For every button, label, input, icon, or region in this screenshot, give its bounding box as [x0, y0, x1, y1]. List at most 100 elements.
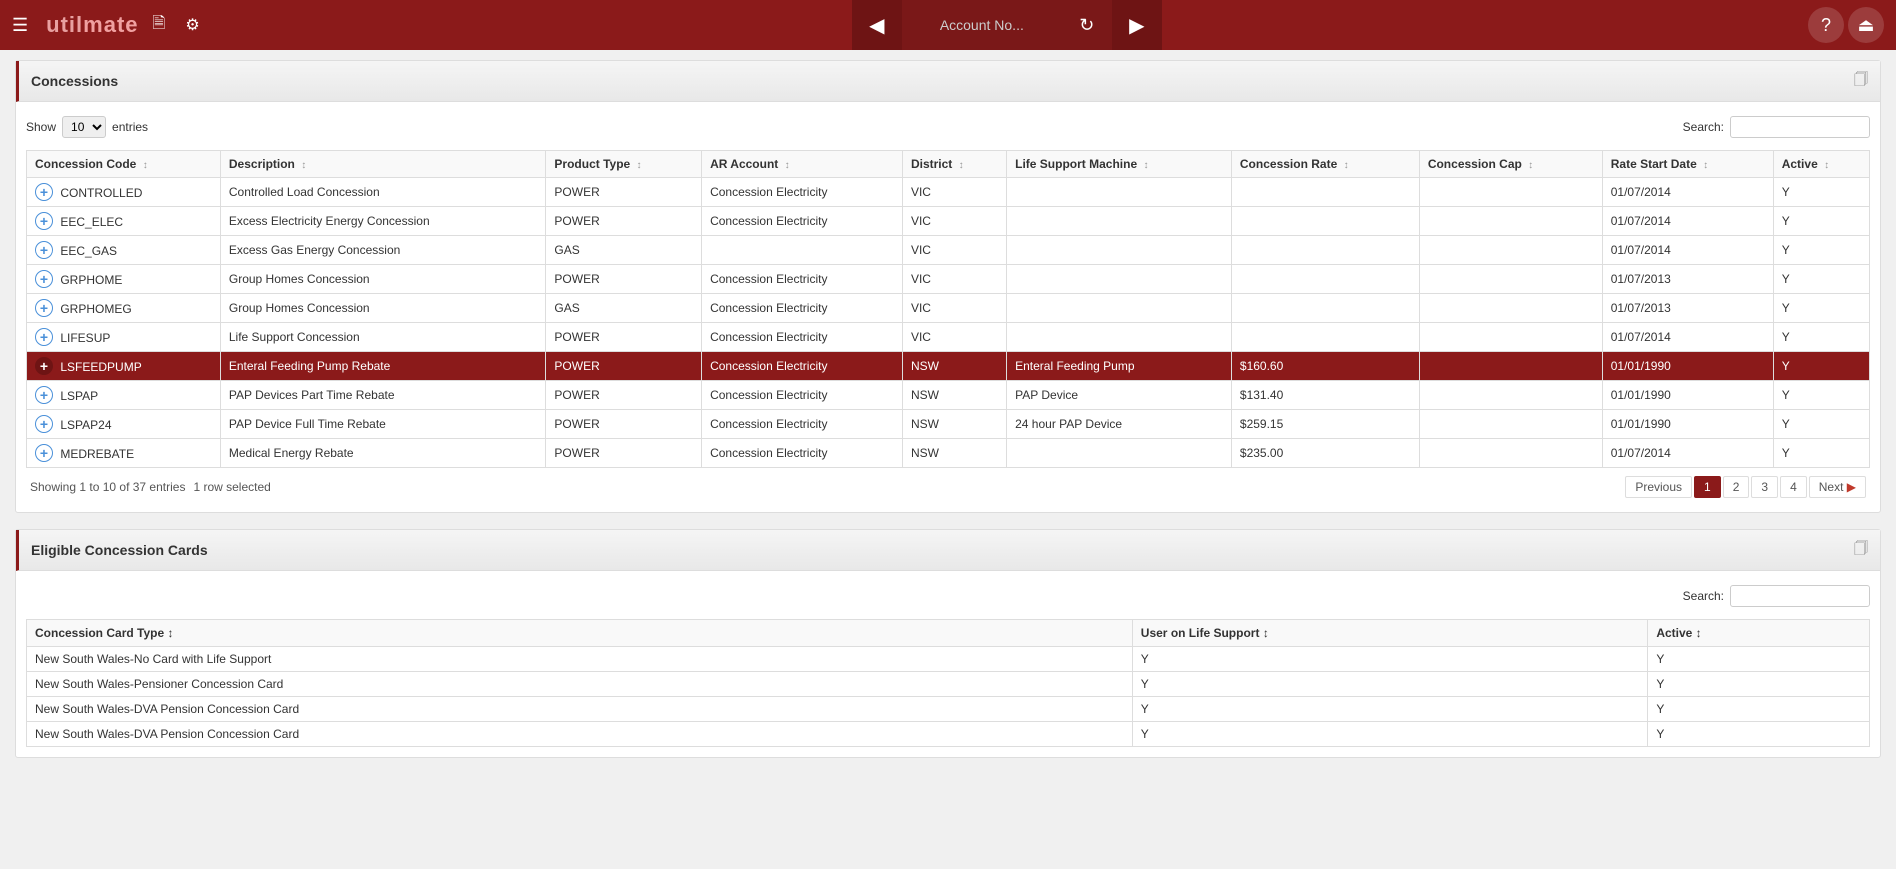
expand-button[interactable]: +	[35, 241, 53, 259]
nav-forward-button[interactable]: ▶	[1112, 0, 1162, 50]
cell-rate: $131.40	[1231, 381, 1419, 410]
nav-back-button[interactable]: ◀	[852, 0, 902, 50]
table-row[interactable]: + EEC_ELEC Excess Electricity Energy Con…	[27, 207, 1870, 236]
next-icon: ▶	[1847, 480, 1856, 494]
page-1-button[interactable]: 1	[1694, 476, 1721, 498]
cell-cap	[1419, 178, 1602, 207]
concessions-search-input[interactable]	[1730, 116, 1870, 138]
expand-button[interactable]: +	[35, 386, 53, 404]
cell-life-support	[1007, 439, 1232, 468]
cell-active: Y	[1773, 323, 1869, 352]
table-row[interactable]: + CONTROLLED Controlled Load Concession …	[27, 178, 1870, 207]
help-icon[interactable]: ?	[1808, 7, 1844, 43]
cell-card-active: Y	[1648, 697, 1870, 722]
col-rate[interactable]: Concession Rate ↕	[1231, 151, 1419, 178]
cell-card-type: New South Wales-No Card with Life Suppor…	[27, 647, 1133, 672]
cell-ar-account	[702, 236, 903, 265]
col-active[interactable]: Active ↕	[1773, 151, 1869, 178]
table-row[interactable]: + LSPAP PAP Devices Part Time Rebate POW…	[27, 381, 1870, 410]
cell-district: VIC	[902, 265, 1006, 294]
main-content: Concessions 🗍 Show 10 25 50 entries Sear…	[0, 50, 1896, 784]
panel-export-icon[interactable]: 🗍	[1854, 69, 1868, 93]
next-page-button[interactable]: Next ▶	[1809, 476, 1866, 498]
settings-icon[interactable]: ⚙	[185, 15, 199, 35]
cell-ar-account: Concession Electricity	[702, 410, 903, 439]
cell-card-active: Y	[1648, 672, 1870, 697]
page-4-button[interactable]: 4	[1780, 476, 1807, 498]
expand-button[interactable]: +	[35, 357, 53, 375]
col-district[interactable]: District ↕	[902, 151, 1006, 178]
cell-active: Y	[1773, 265, 1869, 294]
nav-reset-button[interactable]: ↻	[1062, 0, 1112, 50]
page-3-button[interactable]: 3	[1751, 476, 1778, 498]
eligible-cards-table-header: Concession Card Type ↕ User on Life Supp…	[27, 620, 1870, 647]
expand-button[interactable]: +	[35, 183, 53, 201]
expand-button[interactable]: +	[35, 328, 53, 346]
concessions-table-header: Concession Code ↕ Description ↕ Product …	[27, 151, 1870, 178]
table-row[interactable]: + LSFEEDPUMP Enteral Feeding Pump Rebate…	[27, 352, 1870, 381]
table-row[interactable]: + LIFESUP Life Support Concession POWER …	[27, 323, 1870, 352]
table-row[interactable]: + GRPHOME Group Homes Concession POWER C…	[27, 265, 1870, 294]
eligible-cards-title: Eligible Concession Cards	[31, 542, 208, 558]
logo-area: ☰ utilmate 🗎 ⚙	[12, 12, 206, 39]
cell-cap	[1419, 323, 1602, 352]
cards-search-input[interactable]	[1730, 585, 1870, 607]
hamburger-menu-icon[interactable]: ☰	[12, 15, 28, 36]
cell-ar-account: Concession Electricity	[702, 323, 903, 352]
cell-code: + MEDREBATE	[27, 439, 221, 468]
table-row[interactable]: New South Wales-DVA Pension Concession C…	[27, 697, 1870, 722]
table-row[interactable]: + GRPHOMEG Group Homes Concession GAS Co…	[27, 294, 1870, 323]
cell-rate-start: 01/07/2014	[1602, 323, 1773, 352]
col-description[interactable]: Description ↕	[220, 151, 546, 178]
cell-cap	[1419, 381, 1602, 410]
pagination-info: Showing 1 to 10 of 37 entries1 row selec…	[30, 480, 271, 494]
expand-button[interactable]: +	[35, 415, 53, 433]
col-card-type[interactable]: Concession Card Type ↕	[27, 620, 1133, 647]
col-cap[interactable]: Concession Cap ↕	[1419, 151, 1602, 178]
cell-rate-start: 01/07/2013	[1602, 265, 1773, 294]
expand-button[interactable]: +	[35, 212, 53, 230]
table-row[interactable]: New South Wales-Pensioner Concession Car…	[27, 672, 1870, 697]
table-row[interactable]: New South Wales-DVA Pension Concession C…	[27, 722, 1870, 747]
eligible-cards-table-body: New South Wales-No Card with Life Suppor…	[27, 647, 1870, 747]
page-2-button[interactable]: 2	[1723, 476, 1750, 498]
cell-rate	[1231, 323, 1419, 352]
cell-card-type: New South Wales-Pensioner Concession Car…	[27, 672, 1133, 697]
table-row[interactable]: + EEC_GAS Excess Gas Energy Concession G…	[27, 236, 1870, 265]
cell-rate	[1231, 265, 1419, 294]
code-value: LSPAP	[60, 389, 98, 403]
cell-ar-account: Concession Electricity	[702, 381, 903, 410]
cell-description: Group Homes Concession	[220, 265, 546, 294]
table-row[interactable]: + LSPAP24 PAP Device Full Time Rebate PO…	[27, 410, 1870, 439]
power-icon[interactable]: ⏏	[1848, 7, 1884, 43]
eligible-cards-export-icon[interactable]: 🗍	[1854, 538, 1868, 562]
app-header: ☰ utilmate 🗎 ⚙ ◀ Account No... ↻ ▶ ? ⏏	[0, 0, 1896, 50]
show-entries-control: Show 10 25 50 entries	[26, 116, 148, 138]
cell-description: Medical Energy Rebate	[220, 439, 546, 468]
cell-rate	[1231, 178, 1419, 207]
cell-rate: $259.15	[1231, 410, 1419, 439]
entries-select[interactable]: 10 25 50	[62, 116, 106, 138]
concessions-title: Concessions	[31, 73, 118, 89]
documents-icon[interactable]: 🗎	[153, 12, 166, 39]
table-row[interactable]: + MEDREBATE Medical Energy Rebate POWER …	[27, 439, 1870, 468]
expand-button[interactable]: +	[35, 270, 53, 288]
cell-life-support	[1007, 265, 1232, 294]
expand-button[interactable]: +	[35, 444, 53, 462]
cell-card-type: New South Wales-DVA Pension Concession C…	[27, 722, 1133, 747]
col-life-support[interactable]: Life Support Machine ↕	[1007, 151, 1232, 178]
col-ar-account[interactable]: AR Account ↕	[702, 151, 903, 178]
cell-cap	[1419, 265, 1602, 294]
expand-button[interactable]: +	[35, 299, 53, 317]
show-label: Show	[26, 120, 56, 134]
table-row[interactable]: New South Wales-No Card with Life Suppor…	[27, 647, 1870, 672]
cell-cap	[1419, 294, 1602, 323]
prev-page-button[interactable]: Previous	[1625, 476, 1692, 498]
col-product-type[interactable]: Product Type ↕	[546, 151, 702, 178]
cell-rate-start: 01/07/2014	[1602, 178, 1773, 207]
col-code[interactable]: Concession Code ↕	[27, 151, 221, 178]
cell-life-support	[1007, 323, 1232, 352]
col-rate-start[interactable]: Rate Start Date ↕	[1602, 151, 1773, 178]
col-user-life-support[interactable]: User on Life Support ↕	[1132, 620, 1648, 647]
col-card-active[interactable]: Active ↕	[1648, 620, 1870, 647]
